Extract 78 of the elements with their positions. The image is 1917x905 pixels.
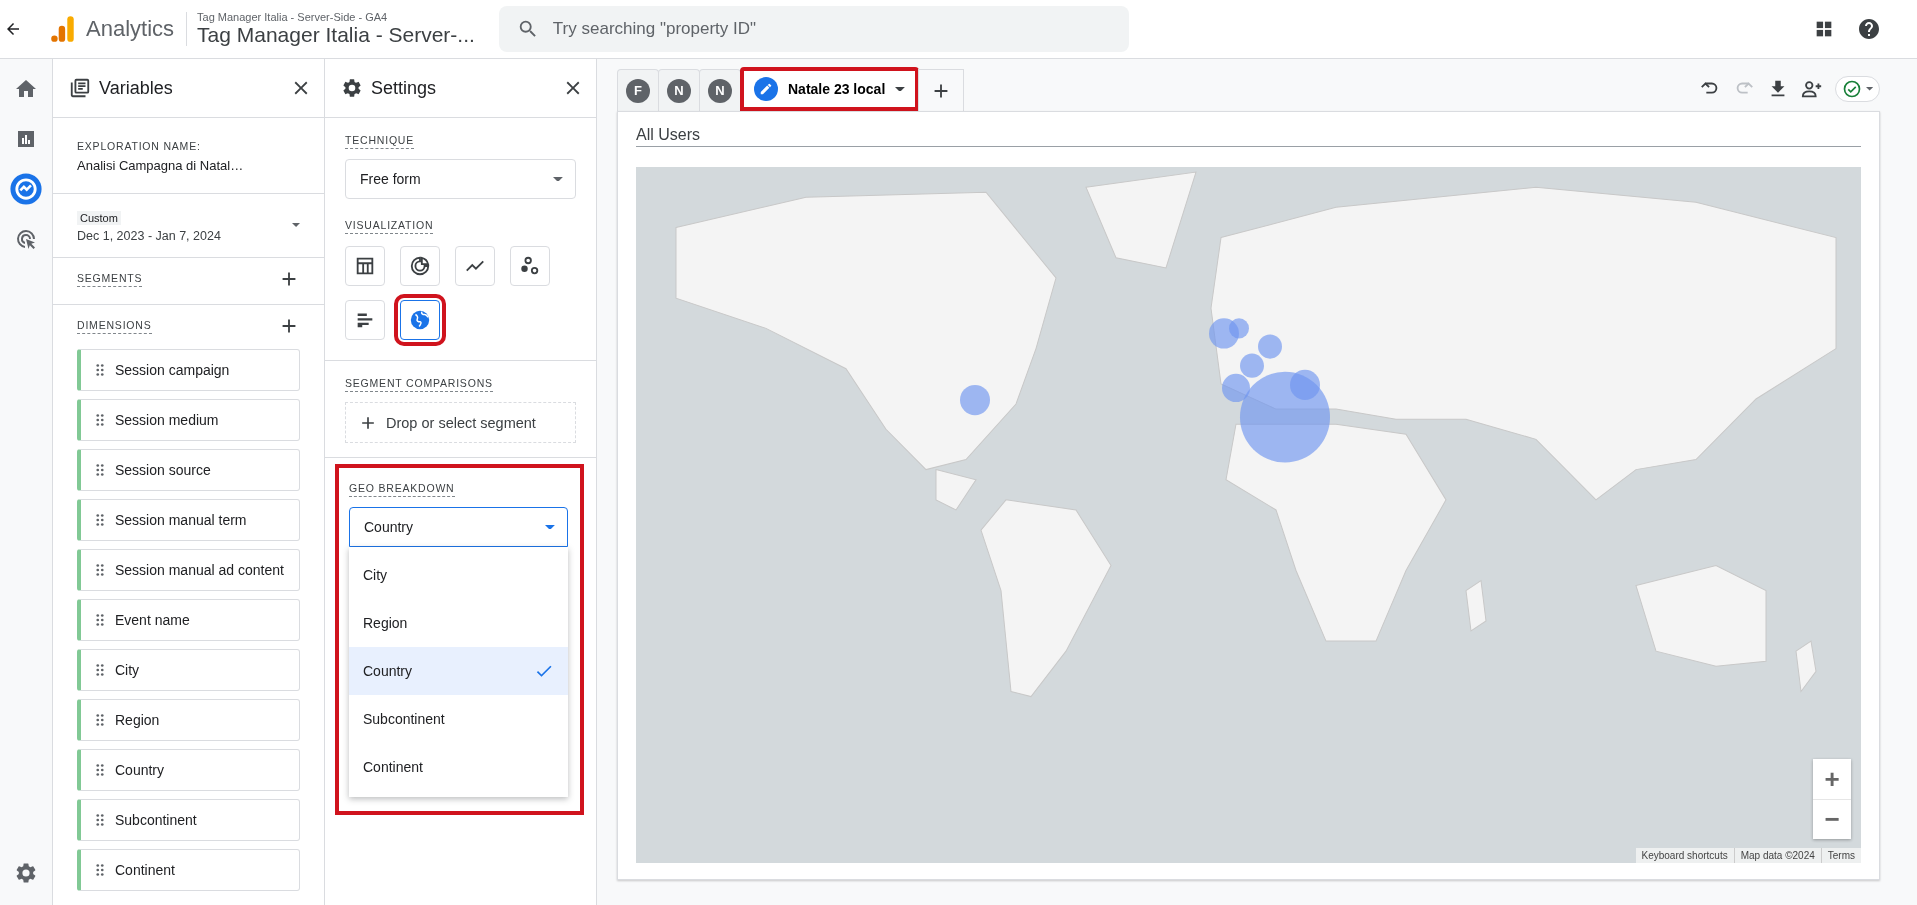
analytics-logo [50,14,76,44]
exploration-tab[interactable]: N [658,69,700,111]
map-attribution-link[interactable]: Keyboard shortcuts [1635,848,1734,863]
exploration-tab[interactable]: F [617,69,659,111]
section-label: TECHNIQUE [345,134,415,149]
dimension-label: Session manual term [115,511,247,530]
menu-option[interactable]: Subcontinent [349,695,568,743]
section-label: DIMENSIONS [77,318,152,334]
settings-icon[interactable] [14,861,38,885]
dimension-label: City [115,661,140,680]
segment-drop-zone[interactable]: Drop or select segment [345,402,576,443]
dimension-chip[interactable]: Subcontinent [77,799,300,841]
check-circle-icon [1841,79,1862,99]
search-field[interactable]: Try searching "property ID" [498,6,1129,52]
dimension-label: Country [115,761,165,780]
date-preset-label: Custom [77,211,121,225]
caret-icon [553,176,563,182]
technique-dropdown[interactable]: Free form [345,159,576,199]
menu-option[interactable]: City [349,551,568,599]
field-label: EXPLORATION NAME: [77,140,201,154]
dimension-chip[interactable]: Session campaign [77,349,300,391]
date-range: Dec 1, 2023 - Jan 7, 2024 [77,229,222,243]
add-person-icon[interactable] [1800,78,1823,100]
help-icon[interactable] [1857,17,1881,41]
map-attribution-link[interactable]: Terms [1820,848,1861,863]
dimension-label: Session campaign [115,361,230,380]
dimension-chip[interactable]: City [77,649,300,691]
dimension-label: Session manual ad content [115,561,284,580]
date-range-picker[interactable]: Custom Dec 1, 2023 - Jan 7, 2024 [53,194,324,258]
geo-breakdown-dropdown[interactable]: Country [349,507,568,547]
library-icon [69,77,91,99]
dimension-chip[interactable]: Session manual term [77,499,300,541]
dimension-label: Region [115,711,160,730]
target-cursor-icon[interactable] [14,227,38,251]
dimension-chip[interactable]: Event name [77,599,300,641]
caret-icon [291,223,300,228]
panel-title: Variables [99,77,174,99]
dimension-label: Session medium [115,411,219,430]
section-label: SEGMENT COMPARISONS [345,377,493,392]
globe-icon [409,309,431,331]
menu-option[interactable]: Region [349,599,568,647]
donut-chart-icon [409,255,431,277]
add-tab-button[interactable] [918,69,965,111]
zoom-in-button[interactable]: + [1813,759,1851,799]
caret-icon [895,86,906,92]
app-name: Analytics [86,12,188,46]
exploration-name[interactable]: Analisi Campagna di Natal… [77,158,300,173]
caret-icon [1865,87,1873,91]
map-title: All Users [636,126,1861,147]
menu-option[interactable]: Continent [349,743,568,791]
dimension-label: Continent [115,861,175,880]
panel-title: Settings [371,77,438,99]
pencil-icon [759,82,773,96]
dimension-label: Session source [115,461,211,480]
explore-icon[interactable] [9,172,43,206]
section-label: SEGMENTS [77,271,143,287]
dimension-chip[interactable]: Continent [77,849,300,891]
dimension-chip[interactable]: Session source [77,449,300,491]
exploration-tab[interactable]: N [699,69,741,111]
dimension-chip[interactable]: Region [77,699,300,741]
dimension-label: Subcontinent [115,811,197,830]
exploration-tab[interactable]: Natale 23 local [740,67,920,111]
property-name[interactable]: Tag Manager Italia - Server-... [197,23,475,47]
dimension-chip[interactable]: Country [77,749,300,791]
section-label: VISUALIZATION [345,219,434,234]
dimension-chip[interactable]: Session manual ad content [77,549,300,591]
map-attribution-link[interactable]: Map data ©2024 [1733,848,1821,863]
account-name: Tag Manager Italia - Server-Side - GA4 [197,11,389,23]
zoom-out-button[interactable]: − [1813,799,1851,839]
caret-icon [545,524,555,530]
dimension-chip[interactable]: Session medium [77,399,300,441]
table-icon [354,255,376,277]
scatter-icon [519,255,541,277]
settings-icon [341,77,363,99]
status-button[interactable] [1834,76,1880,102]
dimension-label: Event name [115,611,190,630]
section-label: GEO BREAKDOWN [349,482,455,497]
menu-option[interactable]: Country [349,647,568,695]
